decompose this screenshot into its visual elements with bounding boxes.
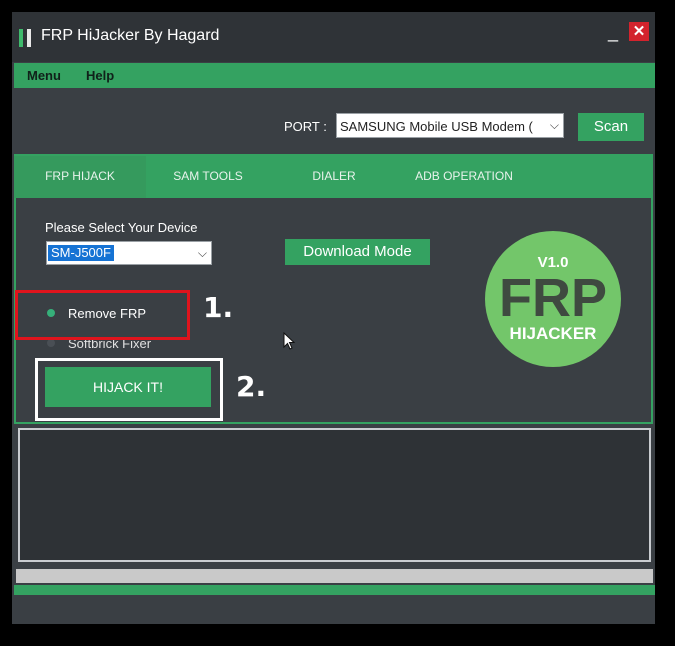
minimize-button[interactable]: _	[602, 20, 624, 46]
title-bar: FRP HiJacker By Hagard _ ✕	[12, 12, 655, 62]
annotation-box-step-2	[35, 358, 223, 421]
menu-bar: Menu Help	[14, 63, 655, 88]
scan-button[interactable]: Scan	[578, 113, 644, 141]
annotation-step-1: 1.	[203, 291, 234, 324]
menu-item-help[interactable]: Help	[86, 68, 114, 83]
frp-hijacker-logo: V1.0 FRP HIJACKER	[485, 231, 621, 367]
tab-frp-hijack[interactable]: FRP HIJACK	[14, 156, 146, 198]
app-logo-icon	[19, 29, 33, 47]
tab-sam-tools[interactable]: SAM TOOLS	[150, 156, 266, 198]
annotation-box-step-1	[15, 290, 190, 340]
menu-item-menu[interactable]: Menu	[27, 68, 61, 83]
logo-frp-text: FRP	[499, 268, 607, 328]
logo-hijacker-text: HIJACKER	[510, 324, 597, 343]
annotation-step-2: 2.	[236, 370, 267, 403]
status-bar	[14, 585, 655, 595]
tab-dialer[interactable]: DIALER	[284, 156, 384, 198]
tab-strip: FRP HIJACK SAM TOOLS DIALER ADB OPERATIO…	[14, 156, 653, 198]
device-select[interactable]: SM-J500F ⌵	[46, 241, 212, 265]
port-select[interactable]: SAMSUNG Mobile USB Modem ( ⌵	[336, 113, 564, 138]
chevron-down-icon: ⌵	[549, 118, 559, 132]
device-selected-value: SM-J500F	[48, 245, 114, 261]
tab-adb-operation[interactable]: ADB OPERATION	[394, 156, 534, 198]
radio-unchecked-icon	[47, 339, 55, 347]
progress-bar	[16, 569, 653, 583]
log-console[interactable]	[18, 428, 651, 562]
chevron-down-icon: ⌵	[197, 246, 207, 260]
window-title: FRP HiJacker By Hagard	[41, 27, 220, 44]
mouse-cursor-icon	[283, 332, 296, 350]
close-button[interactable]: ✕	[629, 22, 649, 41]
device-select-label: Please Select Your Device	[45, 220, 198, 235]
port-label: PORT :	[284, 119, 327, 134]
download-mode-button[interactable]: Download Mode	[285, 239, 430, 265]
port-selected-value: SAMSUNG Mobile USB Modem (	[340, 119, 533, 134]
